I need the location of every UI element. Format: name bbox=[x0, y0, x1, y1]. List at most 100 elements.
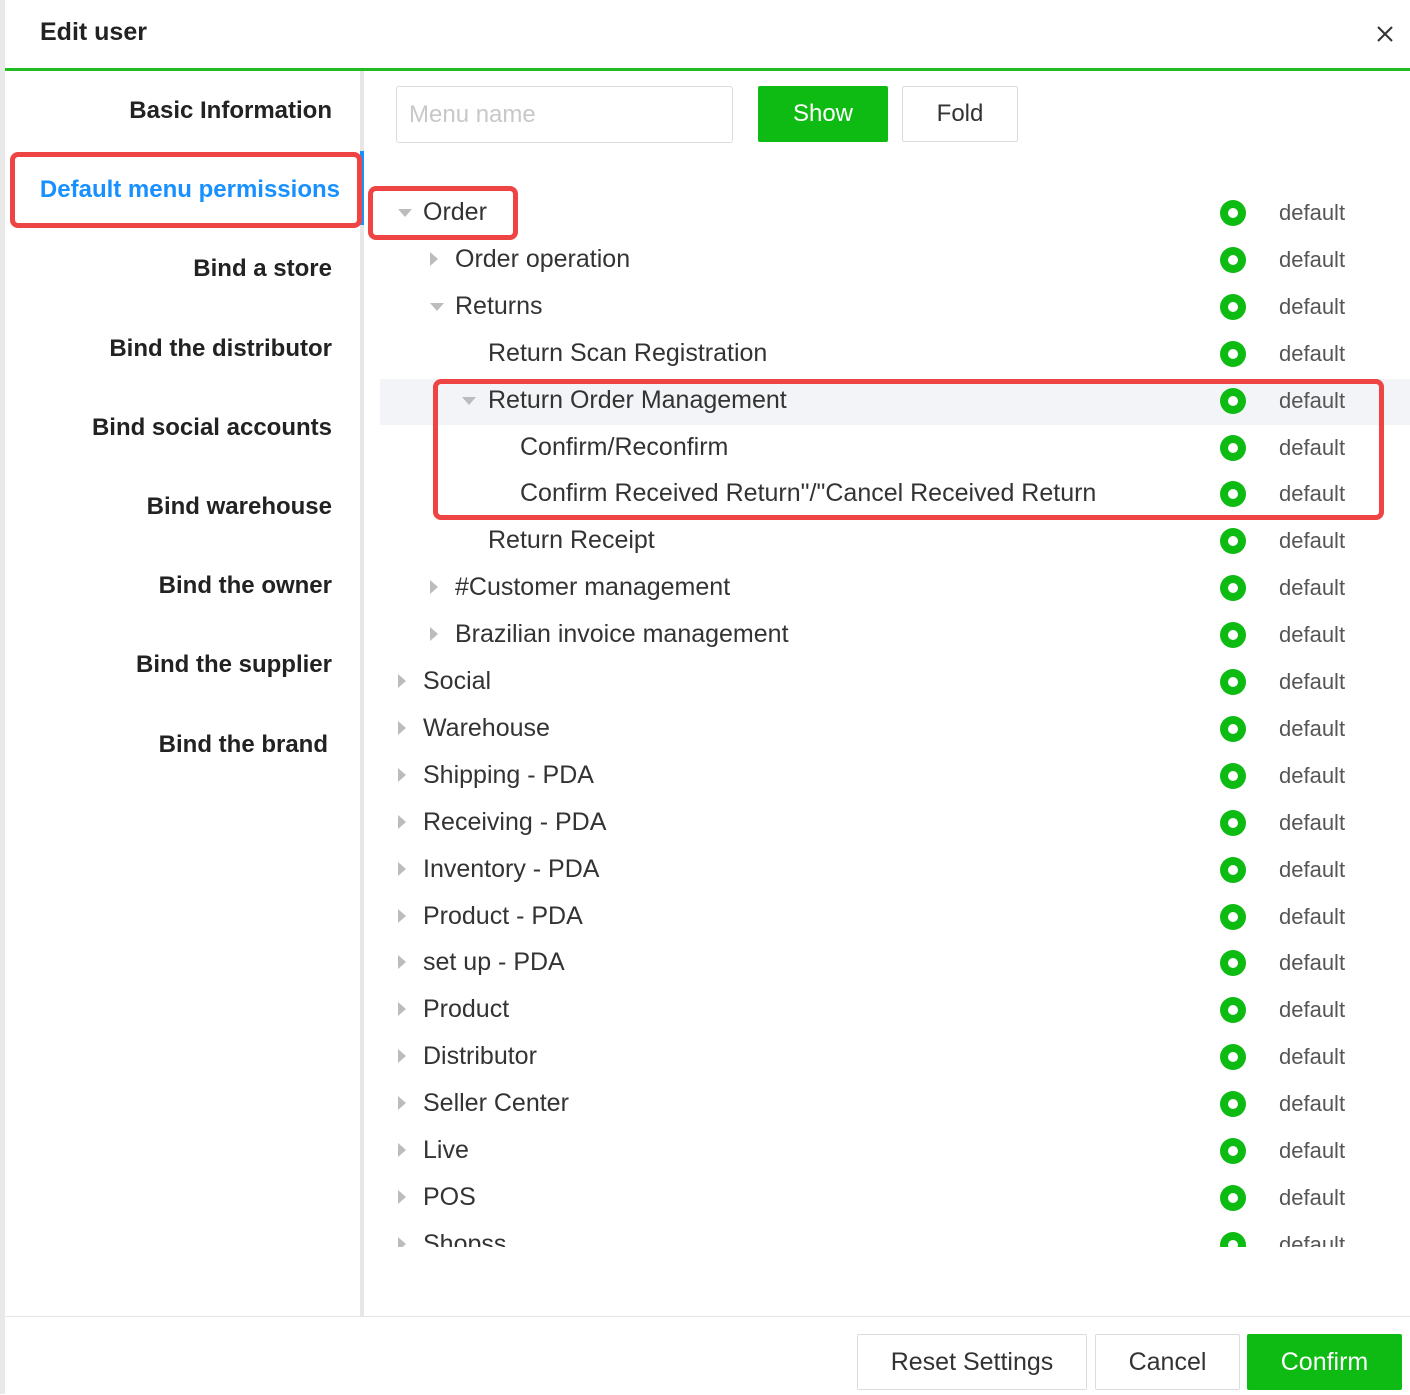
radio-selected-icon[interactable] bbox=[1220, 294, 1246, 320]
tree-row[interactable]: Receiving - PDA default bbox=[380, 801, 1410, 847]
radio-selected-icon[interactable] bbox=[1220, 904, 1246, 930]
caret-right-icon[interactable] bbox=[398, 955, 406, 969]
sidebar-item-bind-social-accounts[interactable]: Bind social accounts bbox=[92, 414, 332, 442]
radio-default-label[interactable]: default bbox=[1279, 341, 1345, 367]
radio-selected-icon[interactable] bbox=[1220, 1091, 1246, 1117]
radio-default-label[interactable]: default bbox=[1279, 247, 1345, 273]
sidebar-item-bind-store[interactable]: Bind a store bbox=[193, 255, 332, 283]
tree-row[interactable]: Return Receipt default bbox=[380, 519, 1410, 565]
radio-selected-icon[interactable] bbox=[1220, 341, 1246, 367]
tree-row[interactable]: Inventory - PDA default bbox=[380, 848, 1410, 894]
caret-down-icon[interactable] bbox=[398, 209, 412, 217]
radio-selected-icon[interactable] bbox=[1220, 1185, 1246, 1211]
caret-down-icon[interactable] bbox=[430, 303, 444, 311]
caret-right-icon[interactable] bbox=[398, 1237, 406, 1247]
sidebar-item-bind-owner[interactable]: Bind the owner bbox=[159, 572, 332, 600]
radio-default-label[interactable]: default bbox=[1279, 622, 1345, 648]
tree-row[interactable]: #Customer management default bbox=[380, 566, 1410, 612]
radio-default-label[interactable]: default bbox=[1279, 528, 1345, 554]
tree-row[interactable]: Seller Center default bbox=[380, 1082, 1410, 1128]
radio-default-label[interactable]: default bbox=[1279, 1091, 1345, 1117]
radio-default-label[interactable]: default bbox=[1279, 575, 1345, 601]
caret-right-icon[interactable] bbox=[398, 674, 406, 688]
caret-right-icon[interactable] bbox=[398, 721, 406, 735]
radio-default-label[interactable]: default bbox=[1279, 997, 1345, 1023]
radio-selected-icon[interactable] bbox=[1220, 575, 1246, 601]
radio-default-label[interactable]: default bbox=[1279, 904, 1345, 930]
caret-right-icon[interactable] bbox=[398, 909, 406, 923]
tree-row[interactable]: Return Order Management default bbox=[380, 379, 1410, 425]
radio-selected-icon[interactable] bbox=[1220, 528, 1246, 554]
tree-row[interactable]: Order operation default bbox=[380, 238, 1410, 284]
radio-selected-icon[interactable] bbox=[1220, 763, 1246, 789]
confirm-button[interactable]: Confirm bbox=[1247, 1334, 1402, 1390]
sidebar-item-default-menu-permissions[interactable]: Default menu permissions bbox=[40, 176, 340, 204]
radio-default-label[interactable]: default bbox=[1279, 294, 1345, 320]
menu-name-search-input[interactable] bbox=[396, 86, 733, 143]
radio-selected-icon[interactable] bbox=[1220, 200, 1246, 226]
radio-selected-icon[interactable] bbox=[1220, 857, 1246, 883]
tree-row[interactable]: set up - PDA default bbox=[380, 941, 1410, 987]
sidebar-item-basic-information[interactable]: Basic Information bbox=[129, 97, 332, 125]
caret-right-icon[interactable] bbox=[398, 1049, 406, 1063]
close-icon[interactable] bbox=[1371, 20, 1399, 48]
caret-right-icon[interactable] bbox=[430, 580, 438, 594]
tree-row[interactable]: Returns default bbox=[380, 285, 1410, 331]
radio-selected-icon[interactable] bbox=[1220, 1232, 1246, 1247]
radio-default-label[interactable]: default bbox=[1279, 481, 1345, 507]
caret-right-icon[interactable] bbox=[398, 1002, 406, 1016]
radio-default-label[interactable]: default bbox=[1279, 1138, 1345, 1164]
tree-row[interactable]: Social default bbox=[380, 660, 1410, 706]
radio-default-label[interactable]: default bbox=[1279, 1185, 1345, 1211]
radio-default-label[interactable]: default bbox=[1279, 200, 1345, 226]
tree-row[interactable]: Confirm/Reconfirm default bbox=[380, 426, 1410, 472]
tree-row[interactable]: Warehouse default bbox=[380, 707, 1410, 753]
radio-selected-icon[interactable] bbox=[1220, 435, 1246, 461]
show-button[interactable]: Show bbox=[758, 86, 888, 142]
tree-row[interactable]: Shopss default bbox=[380, 1223, 1410, 1247]
radio-default-label[interactable]: default bbox=[1279, 669, 1345, 695]
radio-selected-icon[interactable] bbox=[1220, 388, 1246, 414]
radio-default-label[interactable]: default bbox=[1279, 1232, 1345, 1247]
radio-selected-icon[interactable] bbox=[1220, 1044, 1246, 1070]
tree-row[interactable]: Confirm Received Return"/"Cancel Receive… bbox=[380, 472, 1410, 518]
radio-default-label[interactable]: default bbox=[1279, 763, 1345, 789]
tree-row[interactable]: Return Scan Registration default bbox=[380, 332, 1410, 378]
caret-right-icon[interactable] bbox=[398, 1190, 406, 1204]
fold-button[interactable]: Fold bbox=[902, 86, 1018, 142]
tree-row[interactable]: Product - PDA default bbox=[380, 895, 1410, 941]
radio-default-label[interactable]: default bbox=[1279, 857, 1345, 883]
radio-selected-icon[interactable] bbox=[1220, 622, 1246, 648]
radio-selected-icon[interactable] bbox=[1220, 669, 1246, 695]
radio-default-label[interactable]: default bbox=[1279, 716, 1345, 742]
sidebar-item-bind-supplier[interactable]: Bind the supplier bbox=[136, 651, 332, 679]
caret-right-icon[interactable] bbox=[398, 815, 406, 829]
caret-right-icon[interactable] bbox=[430, 627, 438, 641]
caret-right-icon[interactable] bbox=[430, 252, 438, 266]
radio-default-label[interactable]: default bbox=[1279, 950, 1345, 976]
radio-selected-icon[interactable] bbox=[1220, 247, 1246, 273]
radio-default-label[interactable]: default bbox=[1279, 810, 1345, 836]
caret-right-icon[interactable] bbox=[398, 862, 406, 876]
radio-selected-icon[interactable] bbox=[1220, 481, 1246, 507]
tree-row[interactable]: POS default bbox=[380, 1176, 1410, 1222]
cancel-button[interactable]: Cancel bbox=[1095, 1334, 1240, 1390]
caret-down-icon[interactable] bbox=[462, 397, 476, 405]
tree-row[interactable]: Order default bbox=[380, 191, 1410, 237]
caret-right-icon[interactable] bbox=[398, 1096, 406, 1110]
tree-row[interactable]: Shipping - PDA default bbox=[380, 754, 1410, 800]
radio-selected-icon[interactable] bbox=[1220, 810, 1246, 836]
radio-default-label[interactable]: default bbox=[1279, 435, 1345, 461]
caret-right-icon[interactable] bbox=[398, 768, 406, 782]
radio-selected-icon[interactable] bbox=[1220, 716, 1246, 742]
sidebar-item-bind-brand[interactable]: Bind the brand bbox=[159, 731, 328, 759]
reset-settings-button[interactable]: Reset Settings bbox=[857, 1334, 1087, 1390]
sidebar-item-bind-warehouse[interactable]: Bind warehouse bbox=[147, 493, 332, 521]
caret-right-icon[interactable] bbox=[398, 1143, 406, 1157]
tree-row[interactable]: Brazilian invoice management default bbox=[380, 613, 1410, 659]
radio-selected-icon[interactable] bbox=[1220, 1138, 1246, 1164]
tree-row[interactable]: Distributor default bbox=[380, 1035, 1410, 1081]
radio-selected-icon[interactable] bbox=[1220, 950, 1246, 976]
radio-default-label[interactable]: default bbox=[1279, 388, 1345, 414]
tree-row[interactable]: Live default bbox=[380, 1129, 1410, 1175]
